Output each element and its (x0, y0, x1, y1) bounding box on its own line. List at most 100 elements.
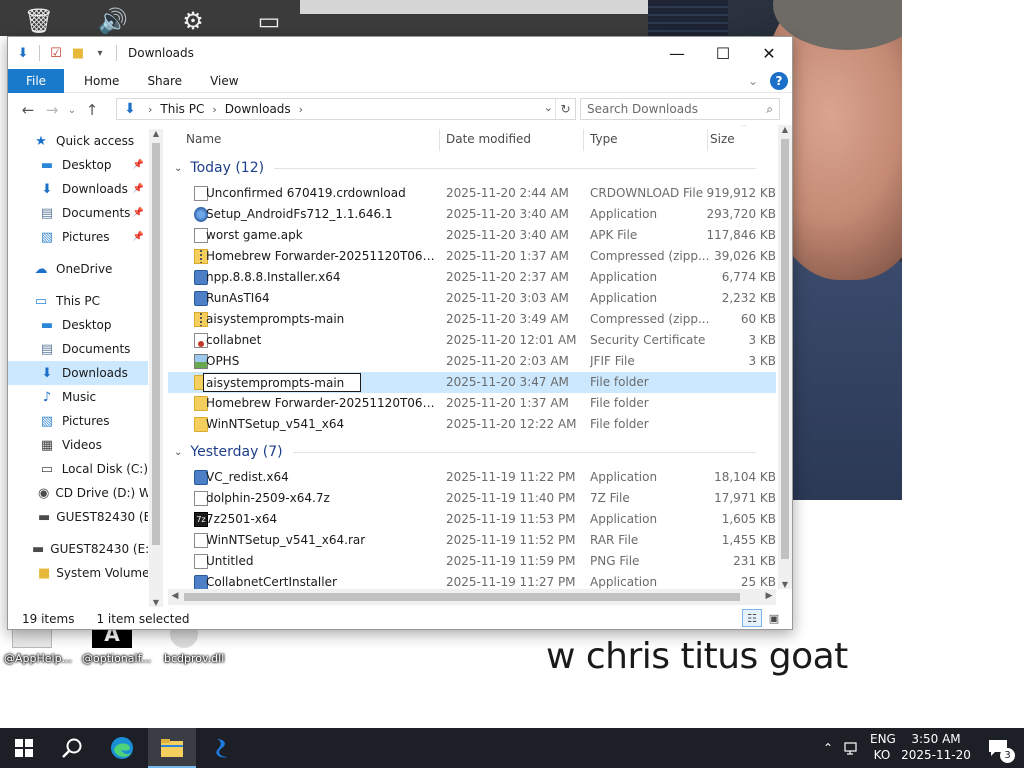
file-row[interactable]: Unconfirmed 670419.crdownload 2025-11-20 … (168, 183, 776, 204)
scroll-down-icon[interactable]: ▼ (149, 598, 163, 607)
tab-share[interactable]: Share (133, 69, 196, 93)
file-row[interactable]: collabnet 2025-11-20 12:01 AM Security Cer… (168, 330, 776, 351)
file-row[interactable]: Untitled 2025-11-19 11:59 PM PNG File 231 K… (168, 551, 776, 572)
column-header-size[interactable]: Size (708, 125, 774, 153)
nav-item-quick-access[interactable]: ★ Quick access (8, 129, 148, 153)
large-icons-view-icon[interactable]: ▣ (764, 609, 784, 627)
scroll-thumb[interactable] (152, 143, 160, 545)
search-box[interactable]: ⌕ (580, 98, 780, 120)
file-list-horizontal-scrollbar[interactable]: ◀ ▶ (168, 589, 776, 605)
network-icon[interactable] (842, 728, 862, 768)
nav-item-system-volume-i[interactable]: ■ System Volume I (8, 561, 148, 585)
new-folder-icon[interactable]: ■ (69, 44, 87, 62)
file-row[interactable]: OPHS 2025-11-20 2:03 AM JFIF File 3 KB (168, 351, 776, 372)
file-row[interactable]: dolphin-2509-x64.7z 2025-11-19 11:40 PM 7Z… (168, 488, 776, 509)
minimize-button[interactable]: — (654, 37, 700, 69)
breadcrumb-this-pc[interactable]: This PC (160, 102, 204, 116)
chevron-down-icon[interactable]: ⌄ (174, 447, 182, 458)
title-bar[interactable]: ⬇ ☑ ■ ▾ Downloads — ☐ ✕ (8, 37, 792, 69)
group-header[interactable]: ⌄ Yesterday (7) (174, 441, 764, 463)
details-view-icon[interactable]: ☷ (742, 609, 762, 627)
up-arrow-icon[interactable]: ↑ (80, 98, 104, 122)
properties-icon[interactable]: ☑ (47, 44, 65, 62)
file-row[interactable]: WinNTSetup_v541_x64.rar 2025-11-19 11:52 … (168, 530, 776, 551)
nav-pane-scrollbar[interactable]: ▲ ▼ (149, 129, 163, 607)
search-button[interactable] (48, 728, 96, 768)
file-row[interactable]: Setup_AndroidFs712_1.1.646.1 2025-11-20 3… (168, 204, 776, 225)
start-button[interactable] (0, 728, 48, 768)
scroll-up-icon[interactable]: ▲ (149, 129, 163, 138)
input-language-sub[interactable]: KO (870, 748, 894, 762)
nav-item-pictures[interactable]: ▧ Pictures (8, 409, 148, 433)
nav-item-downloads[interactable]: ⬇ Downloads (8, 361, 148, 385)
nav-item-videos[interactable]: ▦ Videos (8, 433, 148, 457)
file-row[interactable]: VC_redist.x64 2025-11-19 11:22 PM Applicat… (168, 467, 776, 488)
maximize-button[interactable]: ☐ (700, 37, 746, 69)
nav-item-onedrive[interactable]: ☁ OneDrive (8, 257, 148, 281)
scroll-right-icon[interactable]: ▶ (762, 591, 776, 601)
forward-arrow-icon[interactable]: → (40, 98, 64, 122)
file-row[interactable]: 2025-11-20 3:47 AM File folder (168, 372, 776, 393)
chevron-right-icon[interactable]: › (148, 103, 152, 116)
file-row[interactable]: WinNTSetup_v541_x64 2025-11-20 12:22 AM Fi… (168, 414, 776, 435)
scroll-left-icon[interactable]: ◀ (168, 591, 182, 601)
scroll-up-icon[interactable]: ▲ (778, 125, 792, 134)
file-row[interactable]: worst game.apk 2025-11-20 3:40 AM APK File… (168, 225, 776, 246)
nav-item-music[interactable]: ♪ Music (8, 385, 148, 409)
nav-item-pictures[interactable]: ▧ Pictures 📌 (8, 225, 148, 249)
chevron-down-icon[interactable]: ⌄ (174, 163, 182, 174)
search-input[interactable] (587, 102, 757, 116)
file-row[interactable]: Homebrew Forwarder-20251120T064251Z... 20… (168, 393, 776, 414)
desktop-icon-label[interactable]: bcdprov.dll (164, 652, 224, 665)
help-button[interactable]: ? (770, 72, 788, 90)
scroll-thumb[interactable] (184, 593, 740, 601)
nav-item-downloads[interactable]: ⬇ Downloads 📌 (8, 177, 148, 201)
desktop-icon-label[interactable]: @AppHelp... (4, 652, 72, 665)
tab-view[interactable]: View (196, 69, 252, 93)
file-row[interactable]: aisystemprompts-main 2025-11-20 3:49 AM Co… (168, 309, 776, 330)
file-row[interactable]: Homebrew Forwarder-20251120T064251Z... 20… (168, 246, 776, 267)
nav-item-documents[interactable]: ▤ Documents 📌 (8, 201, 148, 225)
nav-item-cd-drive-d-wi[interactable]: ◉ CD Drive (D:) WI (8, 481, 148, 505)
expand-ribbon-icon[interactable]: ⌄ (748, 74, 758, 88)
download-arrow-icon[interactable]: ⬇ (14, 44, 32, 62)
chevron-right-icon[interactable]: › (212, 103, 216, 116)
input-language[interactable]: ENG (870, 732, 896, 746)
clock-time[interactable]: 3:50 AM (900, 732, 972, 746)
close-button[interactable]: ✕ (746, 37, 792, 69)
taskbar-file-explorer[interactable] (148, 728, 196, 768)
clock-date[interactable]: 2025-11-20 (900, 748, 972, 762)
scroll-thumb[interactable] (781, 139, 789, 559)
tab-home[interactable]: Home (64, 69, 133, 93)
scroll-down-icon[interactable]: ▼ (778, 580, 792, 589)
nav-item-desktop[interactable]: ▬ Desktop 📌 (8, 153, 148, 177)
chevron-right-icon[interactable]: › (299, 103, 303, 116)
column-header-type[interactable]: Type (584, 125, 708, 153)
file-row[interactable]: 7z 7z2501-x64 2025-11-19 11:53 PM Applicati… (168, 509, 776, 530)
taskbar-app[interactable] (198, 728, 246, 768)
file-row[interactable]: RunAsTI64 2025-11-20 3:03 AM Application 2,… (168, 288, 776, 309)
recent-locations-icon[interactable]: ⌄ (64, 98, 80, 122)
column-header-date[interactable]: Date modified (440, 125, 584, 153)
back-arrow-icon[interactable]: ← (16, 98, 40, 122)
notifications-button[interactable]: 3 (978, 728, 1018, 768)
file-row[interactable]: npp.8.8.8.Installer.x64 2025-11-20 2:37 A… (168, 267, 776, 288)
refresh-icon[interactable]: ↻ (555, 99, 575, 119)
column-header-name[interactable]: Name (168, 125, 440, 153)
nav-item-this-pc[interactable]: ▭ This PC (8, 289, 148, 313)
nav-item-guest82430-e[interactable]: ▬ GUEST82430 (E:) (8, 505, 148, 529)
nav-item-desktop[interactable]: ▬ Desktop (8, 313, 148, 337)
tab-file[interactable]: File (8, 68, 64, 93)
chevron-down-icon[interactable]: ⌄ (544, 101, 553, 114)
rename-input[interactable] (203, 373, 361, 392)
nav-item-guest82430-e[interactable]: ▬ GUEST82430 (E:) (8, 537, 148, 561)
nav-item-documents[interactable]: ▤ Documents (8, 337, 148, 361)
customize-toolbar-icon[interactable]: ▾ (91, 44, 109, 62)
file-list-vertical-scrollbar[interactable]: ▲ ▼ (778, 125, 792, 589)
breadcrumb-downloads[interactable]: Downloads (225, 102, 291, 116)
group-header[interactable]: ⌄ Today (12) (174, 157, 764, 179)
taskbar-edge[interactable] (98, 728, 146, 768)
address-bar[interactable]: ⬇ › This PC › Downloads › ⌄ ↻ (116, 98, 576, 120)
nav-item-local-disk-c[interactable]: ▭ Local Disk (C:) (8, 457, 148, 481)
desktop-icon-label[interactable]: @optionalf... (82, 652, 151, 665)
